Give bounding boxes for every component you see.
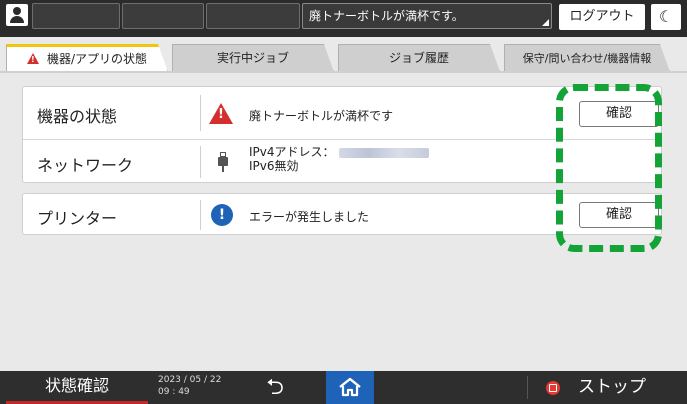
warning-triangle-icon	[209, 103, 233, 124]
date: 2023 / 05 / 22	[158, 375, 222, 385]
tab-underline	[0, 71, 687, 73]
status-segment	[206, 3, 300, 29]
status-segment	[122, 3, 204, 29]
time: 09 : 49	[158, 387, 190, 397]
system-message: 廃トナーボトルが満杯です。	[309, 9, 464, 23]
energy-saver-moon-icon[interactable]: ☾	[651, 4, 681, 30]
back-arrow-icon[interactable]: ⮌	[256, 371, 294, 404]
tab-device-app-status[interactable]: 機器/アプリの状態	[6, 44, 168, 72]
tab-maintenance-info[interactable]: 保守/問い合わせ/機器情報	[504, 44, 670, 72]
divider	[200, 95, 201, 131]
status-segment	[32, 3, 120, 29]
highlight-annotation	[556, 84, 662, 252]
ipv4-label: IPv4アドレス：	[249, 145, 335, 159]
status-check-button[interactable]: 状態確認	[6, 371, 148, 404]
network-plug-icon	[218, 152, 228, 172]
ipv6-status: IPv6無効	[249, 159, 299, 173]
tab-running-jobs[interactable]: 実行中ジョブ	[172, 44, 334, 72]
divider	[200, 200, 201, 230]
home-button[interactable]	[326, 371, 374, 404]
stop-button[interactable]: ストップ	[536, 371, 681, 404]
network-label: ネットワーク	[37, 156, 134, 175]
stop-label: ストップ	[578, 377, 646, 397]
device-status-label: 機器の状態	[37, 107, 118, 126]
redacted-ip-address	[338, 147, 429, 158]
system-message-box[interactable]: 廃トナーボトルが満杯です。	[302, 3, 552, 29]
printer-message: エラーが発生しました	[249, 210, 370, 224]
expand-corner-icon	[542, 19, 549, 26]
stop-icon	[546, 381, 560, 395]
network-addresses: IPv4アドレス： IPv6無効	[249, 145, 429, 173]
tab-label: 機器/アプリの状態	[46, 52, 148, 66]
user-icon[interactable]	[6, 4, 28, 26]
home-icon	[339, 377, 361, 397]
top-status-bar: 廃トナーボトルが満杯です。 ログアウト ☾	[0, 0, 687, 37]
info-exclamation-icon: !	[211, 204, 233, 226]
printer-label: プリンター	[37, 209, 118, 228]
device-status-message: 廃トナーボトルが満杯です	[249, 109, 394, 123]
divider	[200, 146, 201, 178]
divider	[527, 376, 528, 399]
logout-button[interactable]: ログアウト	[559, 4, 645, 30]
tab-job-history[interactable]: ジョブ履歴	[338, 44, 500, 72]
date-time: 2023 / 05 / 22 09 : 49	[158, 374, 221, 398]
warning-triangle-icon	[27, 53, 39, 64]
